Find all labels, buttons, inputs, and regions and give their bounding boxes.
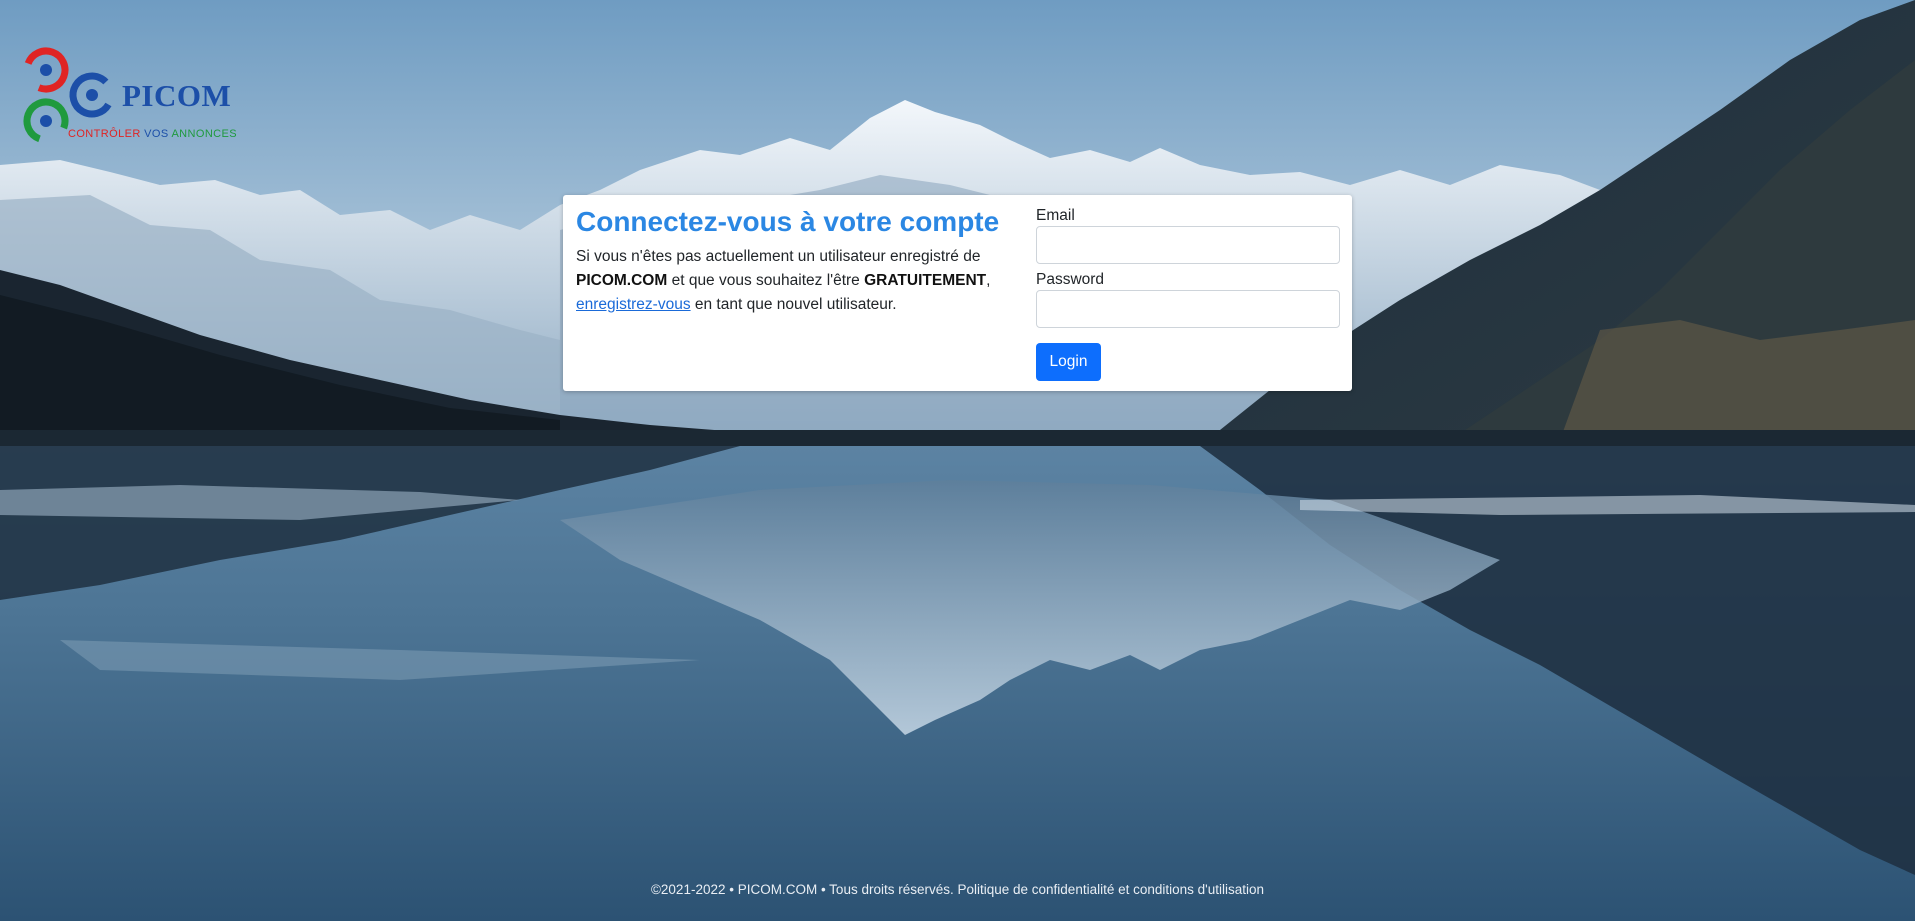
login-intro: Connectez-vous à votre compte Si vous n'… xyxy=(576,205,1016,317)
mountain-lake-image xyxy=(0,0,1915,921)
password-field[interactable] xyxy=(1036,290,1340,328)
page-title: Connectez-vous à votre compte xyxy=(576,206,1000,237)
desc-free: GRATUITEMENT xyxy=(864,272,987,289)
register-link[interactable]: enregistrez-vous xyxy=(576,296,691,313)
desc-text-1: Si vous n'êtes pas actuellement un utili… xyxy=(576,248,981,265)
login-form: Email Password Login xyxy=(1036,207,1341,381)
desc-brand: PICOM.COM xyxy=(576,272,668,289)
logo-tagline: CONTRÔLER VOS ANNONCES xyxy=(68,129,237,140)
email-label: Email xyxy=(1036,207,1075,224)
login-button[interactable]: Login xyxy=(1036,343,1101,381)
desc-text-4: en tant que nouvel utilisateur. xyxy=(690,296,897,313)
desc-text-3: , xyxy=(986,272,991,289)
tagline-part-1: CONTRÔLER xyxy=(68,128,141,140)
picom-logo[interactable]: PICOM CONTRÔLER VOS ANNONCES xyxy=(22,46,237,150)
desc-text-2: et que vous souhaitez l'être xyxy=(667,272,865,289)
email-field[interactable] xyxy=(1036,226,1340,264)
footer-text: ©2021-2022 • PICOM.COM • Tous droits rés… xyxy=(650,882,1265,897)
register-description: Si vous n'êtes pas actuellement un utili… xyxy=(576,245,1016,317)
background-scene xyxy=(0,0,1915,921)
login-card: Connectez-vous à votre compte Si vous n'… xyxy=(563,195,1352,391)
logo-name: PICOM xyxy=(122,78,232,113)
footer: ©2021-2022 • PICOM.COM • Tous droits rés… xyxy=(0,881,1915,899)
tagline-part-3: ANNONCES xyxy=(171,128,237,140)
tagline-part-2: VOS xyxy=(144,128,169,140)
password-label: Password xyxy=(1036,271,1105,288)
